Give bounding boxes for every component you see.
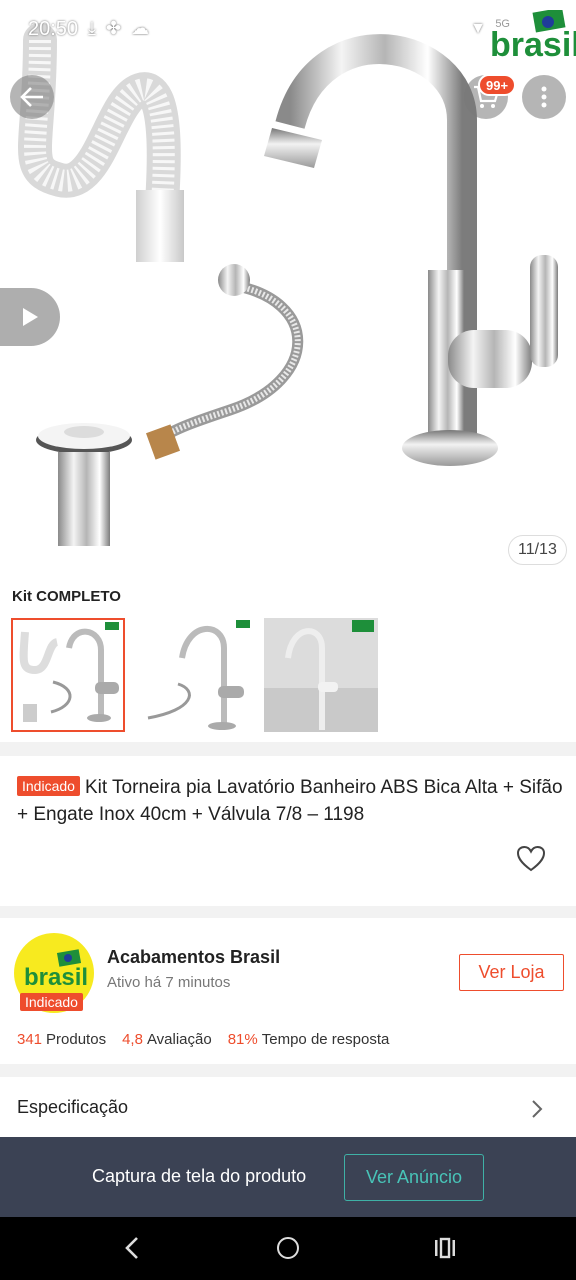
heart-icon <box>516 845 546 872</box>
specification-row[interactable]: Especificação <box>0 1077 576 1137</box>
nav-recent-apps-icon[interactable] <box>433 1237 457 1259</box>
thumbnail-image <box>19 622 119 722</box>
wifi-icon: ▼ <box>470 20 486 37</box>
nav-home-icon[interactable] <box>277 1237 299 1259</box>
shop-active-status: Ativo há 7 minutos <box>107 974 231 991</box>
status-bar: 20:50 ⤓ ✤ ☁ ▼ 5G <box>0 0 576 60</box>
shop-avatar-text: brasil <box>24 964 88 991</box>
fan-icon: ✤ <box>105 18 122 38</box>
image-counter: 11/13 <box>508 535 567 565</box>
product-image-carousel[interactable]: 20:50 ⤓ ✤ ☁ ▼ 5G brasil 99+ 11/13 <box>0 0 576 580</box>
system-navigation-bar <box>0 1217 576 1280</box>
status-time: 20:50 <box>28 18 79 40</box>
thumbnail-image <box>147 620 250 730</box>
shop-recommended-tag: Indicado <box>20 993 83 1011</box>
view-listing-button[interactable]: Ver Anúncio <box>344 1154 484 1201</box>
chevron-right-icon <box>532 1100 543 1118</box>
cart-count-badge: 99+ <box>478 74 517 96</box>
download-icon: ⤓ <box>88 18 96 38</box>
banner-text: Captura de tela do produto <box>92 1166 307 1186</box>
arrow-left-icon <box>20 87 43 107</box>
screenshot-banner: Captura de tela do produto Ver Anúncio <box>0 1137 576 1217</box>
product-title-text: Kit Torneira pia Lavatório Banheiro ABS … <box>17 777 563 825</box>
network-type: 5G <box>495 18 510 30</box>
stat-products: 341 Produtos <box>17 1031 107 1048</box>
stat-response-time: 81% Tempo de resposta <box>227 1031 390 1048</box>
product-title: Indicado Kit Torneira pia Lavatório Banhe… <box>17 774 565 828</box>
variation-label: Kit COMPLETO <box>12 588 121 605</box>
play-video-button[interactable] <box>0 288 60 346</box>
recommended-tag: Indicado <box>17 776 80 796</box>
nav-back-icon[interactable] <box>122 1235 142 1261</box>
cloud-icon: ☁ <box>131 18 150 38</box>
shop-card: brasil Indicado Acabamentos Brasil Ativo… <box>0 918 576 1064</box>
thumbnail-image <box>264 620 378 732</box>
back-button[interactable] <box>10 75 54 119</box>
variation-thumbnail-torneira-engate[interactable] <box>138 618 252 732</box>
shop-name[interactable]: Acabamentos Brasil <box>107 947 280 968</box>
more-vertical-icon <box>541 86 547 108</box>
specification-label: Especificação <box>17 1097 129 1117</box>
variation-section: Kit COMPLETO <box>0 580 576 742</box>
favorite-button[interactable] <box>516 845 546 873</box>
shop-stats: 341 Produtos 4,8 Avaliação 81% Tempo de res… <box>17 1031 389 1048</box>
more-options-button[interactable] <box>522 75 566 119</box>
play-icon <box>23 308 38 326</box>
product-title-card: Indicado Kit Torneira pia Lavatório Banhe… <box>0 756 576 906</box>
stat-rating: 4,8 Avaliação <box>122 1031 212 1048</box>
view-shop-button[interactable]: Ver Loja <box>459 954 564 991</box>
variation-thumbnail-torneira-foto[interactable] <box>264 618 378 732</box>
variation-thumbnail-kit[interactable] <box>11 618 125 732</box>
